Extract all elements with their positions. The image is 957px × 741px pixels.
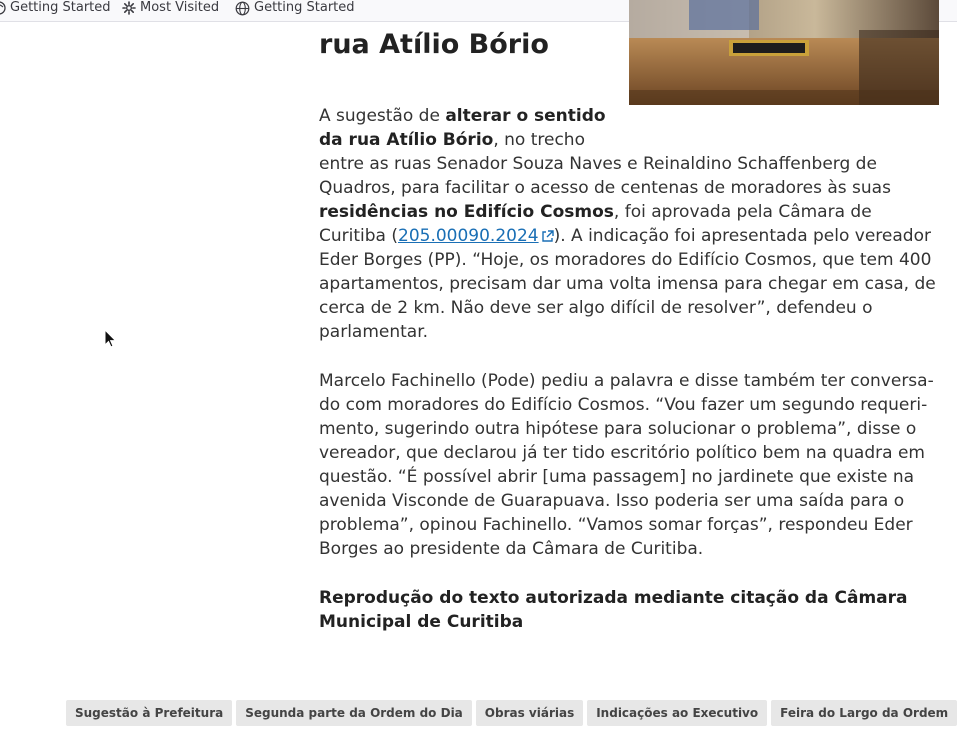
bookmark-label: Getting Started [254, 0, 355, 15]
bookmark-getting-started[interactable]: Getting Started [0, 0, 111, 16]
tag-segunda-parte-ordem-do-dia[interactable]: Segunda parte da Ordem do Dia [236, 700, 472, 726]
title-line-partial: ... ... ... [319, 22, 619, 28]
proposition-link[interactable]: 205.00090.2024 [398, 226, 554, 246]
tag-list: Sugestão à Prefeitura Segunda parte da O… [66, 700, 957, 726]
bookmark-label: Most Visited [140, 0, 220, 15]
tag-indicacoes-executivo[interactable]: Indicações ao Executivo [587, 700, 768, 726]
article-body: A sugestão de alterar o sentido da rua A… [319, 104, 939, 659]
photo-float-spacer [606, 104, 939, 152]
title-line-partial-text: ... ... ... [319, 22, 430, 27]
globe-icon [235, 1, 254, 16]
bold-run: residências no Edifício Cosmos [319, 202, 614, 222]
tag-obras-viarias[interactable]: Obras viárias [475, 700, 584, 726]
bookmark-label: Getting Started [10, 0, 111, 15]
article-title: rua Atílio Bório [319, 29, 549, 60]
link-label: 205.00090.2024 [398, 226, 539, 246]
firefox-icon [0, 1, 10, 15]
tag-feira-largo-ordem[interactable]: Feira do Largo da Ordem [771, 700, 957, 726]
bookmark-most-visited[interactable]: Most Visited [122, 0, 219, 16]
tag-sugestao-prefeitura[interactable]: Sugestão à Prefeitura [66, 700, 233, 726]
mouse-cursor-icon [104, 328, 118, 353]
article-photo [629, 0, 939, 105]
text-run: A sugestão de [319, 106, 446, 126]
external-link-icon [539, 226, 554, 246]
paragraph-2: Marcelo Fachinello (Pode) pediu a palavr… [319, 371, 934, 559]
gear-icon [122, 1, 140, 15]
bookmark-getting-started-2[interactable]: Getting Started [235, 0, 355, 16]
reproduction-notice: Reprodução do texto autorizada mediante … [319, 588, 908, 632]
